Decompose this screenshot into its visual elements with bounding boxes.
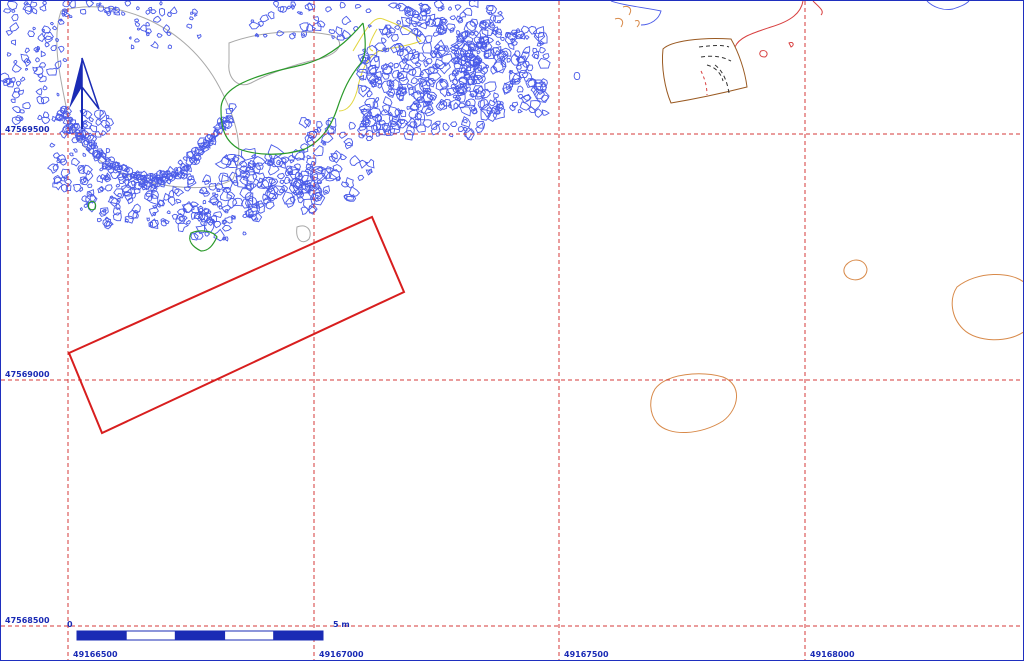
coordinate-grid [1,1,1023,660]
selection-rectangle[interactable] [67,215,406,435]
small-features [573,1,970,80]
x-coordinate-label: 49167500 [564,650,609,659]
map-drawing [1,1,1023,660]
site-outlines [614,1,1023,434]
vegetation-outlines [87,22,366,252]
y-coordinate-label: 47568500 [5,616,50,625]
x-coordinate-label: 49167000 [319,650,364,659]
scale-bar-segment [174,630,226,641]
scale-bar-segment [273,630,324,641]
scale-bar [76,630,324,641]
scale-bar-segment [224,630,275,641]
stone-outlines [1,1,551,242]
y-coordinate-label: 47569500 [5,125,50,134]
x-coordinate-label: 49168000 [810,650,855,659]
scale-bar-segment [125,630,176,641]
y-coordinate-label: 47569000 [5,370,50,379]
scale-end-label: 5 m [333,620,350,629]
x-coordinate-label: 49166500 [73,650,118,659]
map-canvas[interactable]: 47569500 47569000 47568500 49166500 4916… [0,0,1024,661]
scale-start-label: 0 [67,620,73,629]
north-arrow-icon [69,57,100,129]
scale-bar-segment [76,630,127,641]
